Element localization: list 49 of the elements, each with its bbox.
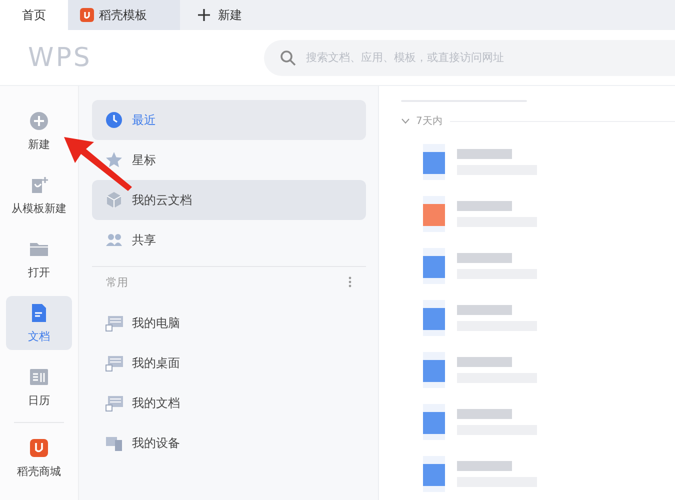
plus-icon [198,9,210,21]
new-tab-button[interactable]: 新建 [180,0,260,30]
file-icon [423,300,445,336]
rail-item[interactable]: 稻壳商城 [6,431,72,485]
search-field[interactable]: 搜索文档、应用、模板，或直接访问网址 [264,40,675,76]
blurred-text [457,253,512,263]
star-icon [105,151,123,169]
blurred-text [457,409,512,419]
people-icon [105,231,123,249]
tab[interactable]: 稻壳模板 [68,0,180,30]
blurred-text [457,149,512,159]
file-icon [423,456,445,492]
chevron-icon [401,118,410,124]
nav-item[interactable]: 我的电脑 [92,303,366,343]
blurred-text [457,357,512,367]
more-icon [348,276,352,288]
nav-item[interactable]: 我的设备 [92,423,366,463]
nav-item[interactable]: 我的桌面 [92,343,366,383]
tab[interactable]: 首页 [0,0,68,30]
nav-item[interactable]: 我的云文档 [92,180,366,220]
computer-icon [105,314,123,332]
nav-item[interactable]: 我的文档 [92,383,366,423]
annotation-arrow [64,137,134,192]
file-icon [423,352,445,388]
file-icon [423,248,445,284]
file-icon [423,196,445,232]
search-icon [280,50,296,66]
calendar-icon [29,366,49,386]
folder-icon [105,394,123,412]
monitor-icon [105,354,123,372]
file-icon [423,144,445,180]
nav-item[interactable]: 共享 [92,220,366,260]
rail-item[interactable]: 打开 [6,232,72,286]
plus-circle-icon [29,110,49,130]
rail-item[interactable]: 从模板新建 [6,168,72,222]
document-plus-icon [29,174,49,194]
blurred-text [457,201,512,211]
file-icon [423,404,445,440]
nav-item[interactable]: 星标 [92,140,366,180]
clock-icon [105,111,123,129]
section-title: 常用 [106,274,128,290]
cube-icon [105,191,123,209]
document-icon [29,302,49,322]
blurred-text [457,305,512,315]
devices-icon [105,434,123,452]
logo: WPS [28,42,92,72]
blurred-text [457,461,512,471]
rail-item[interactable]: 新建 [6,104,72,158]
rail-item[interactable]: 日历 [6,360,72,414]
